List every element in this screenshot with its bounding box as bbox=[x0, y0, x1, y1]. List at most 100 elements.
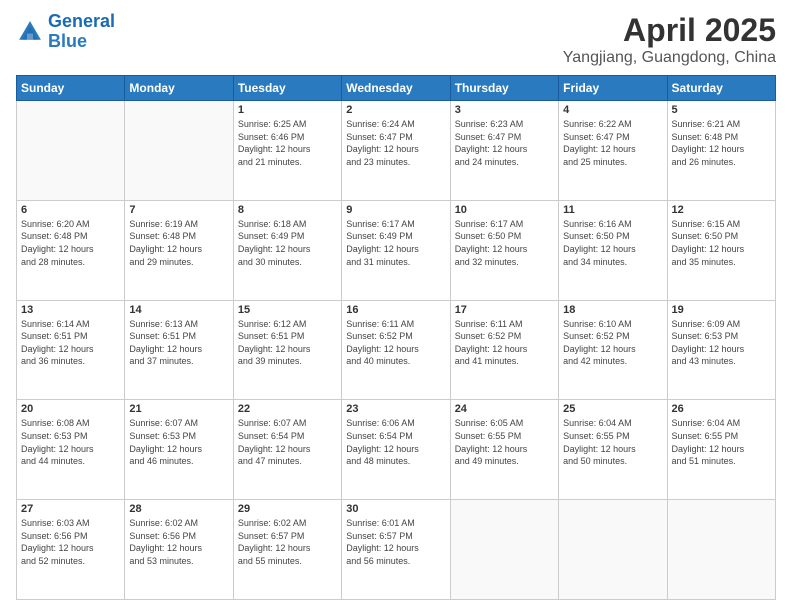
calendar-cell: 20 Sunrise: 6:08 AM Sunset: 6:53 PM Dayli… bbox=[17, 400, 125, 500]
logo: General Blue bbox=[16, 12, 115, 52]
day-number: 23 bbox=[346, 403, 445, 415]
calendar-cell: 9Sunrise: 6:17 AM Sunset: 6:49 PM Daylig… bbox=[342, 200, 450, 300]
logo-icon bbox=[16, 18, 44, 46]
calendar-table: SundayMondayTuesdayWednesdayThursdayFrid… bbox=[16, 75, 776, 600]
day-info: Sunrise: 6:13 AM Sunset: 6:51 PM Dayligh… bbox=[129, 318, 228, 368]
calendar-week-1: 1Sunrise: 6:25 AM Sunset: 6:46 PM Daylig… bbox=[17, 101, 776, 201]
calendar-cell: 8Sunrise: 6:18 AM Sunset: 6:49 PM Daylig… bbox=[233, 200, 341, 300]
calendar-cell: 1Sunrise: 6:25 AM Sunset: 6:46 PM Daylig… bbox=[233, 101, 341, 201]
calendar-cell bbox=[450, 500, 558, 600]
day-number: 6 bbox=[21, 204, 120, 216]
day-number: 30 bbox=[346, 503, 445, 515]
day-info: Sunrise: 6:19 AM Sunset: 6:48 PM Dayligh… bbox=[129, 218, 228, 268]
calendar-cell: 28 Sunrise: 6:02 AM Sunset: 6:56 PM Dayli… bbox=[125, 500, 233, 600]
calendar-cell: 13 Sunrise: 6:14 AM Sunset: 6:51 PM Dayli… bbox=[17, 300, 125, 400]
calendar-cell: 3Sunrise: 6:23 AM Sunset: 6:47 PM Daylig… bbox=[450, 101, 558, 201]
day-info: Sunrise: 6:23 AM Sunset: 6:47 PM Dayligh… bbox=[455, 118, 554, 168]
day-number: 25 bbox=[563, 403, 662, 415]
calendar-cell: 23 Sunrise: 6:06 AM Sunset: 6:54 PM Dayli… bbox=[342, 400, 450, 500]
day-number: 27 bbox=[21, 503, 120, 515]
day-info: Sunrise: 6:07 AM Sunset: 6:54 PM Dayligh… bbox=[238, 417, 337, 467]
day-number: 1 bbox=[238, 104, 337, 116]
calendar-cell: 18Sunrise: 6:10 AM Sunset: 6:52 PM Dayli… bbox=[559, 300, 667, 400]
calendar-cell: 7 Sunrise: 6:19 AM Sunset: 6:48 PM Daylig… bbox=[125, 200, 233, 300]
subtitle: Yangjiang, Guangdong, China bbox=[563, 49, 776, 67]
day-number: 11 bbox=[563, 204, 662, 216]
calendar-cell bbox=[125, 101, 233, 201]
calendar-cell bbox=[559, 500, 667, 600]
calendar-cell: 19Sunrise: 6:09 AM Sunset: 6:53 PM Dayli… bbox=[667, 300, 775, 400]
day-info: Sunrise: 6:16 AM Sunset: 6:50 PM Dayligh… bbox=[563, 218, 662, 268]
day-info: Sunrise: 6:01 AM Sunset: 6:57 PM Dayligh… bbox=[346, 517, 445, 567]
day-number: 7 bbox=[129, 204, 228, 216]
day-info: Sunrise: 6:05 AM Sunset: 6:55 PM Dayligh… bbox=[455, 417, 554, 467]
day-number: 12 bbox=[672, 204, 771, 216]
calendar-cell: 26Sunrise: 6:04 AM Sunset: 6:55 PM Dayli… bbox=[667, 400, 775, 500]
logo-line2: Blue bbox=[48, 31, 87, 51]
calendar-cell: 4 Sunrise: 6:22 AM Sunset: 6:47 PM Daylig… bbox=[559, 101, 667, 201]
day-info: Sunrise: 6:08 AM Sunset: 6:53 PM Dayligh… bbox=[21, 417, 120, 467]
calendar-week-4: 20 Sunrise: 6:08 AM Sunset: 6:53 PM Dayli… bbox=[17, 400, 776, 500]
day-info: Sunrise: 6:18 AM Sunset: 6:49 PM Dayligh… bbox=[238, 218, 337, 268]
day-info: Sunrise: 6:12 AM Sunset: 6:51 PM Dayligh… bbox=[238, 318, 337, 368]
calendar-cell: 15 Sunrise: 6:12 AM Sunset: 6:51 PM Dayli… bbox=[233, 300, 341, 400]
day-info: Sunrise: 6:06 AM Sunset: 6:54 PM Dayligh… bbox=[346, 417, 445, 467]
day-number: 17 bbox=[455, 304, 554, 316]
day-info: Sunrise: 6:14 AM Sunset: 6:51 PM Dayligh… bbox=[21, 318, 120, 368]
calendar-cell: 14Sunrise: 6:13 AM Sunset: 6:51 PM Dayli… bbox=[125, 300, 233, 400]
day-info: Sunrise: 6:22 AM Sunset: 6:47 PM Dayligh… bbox=[563, 118, 662, 168]
calendar-header-thursday: Thursday bbox=[450, 76, 558, 101]
calendar-week-5: 27 Sunrise: 6:03 AM Sunset: 6:56 PM Dayli… bbox=[17, 500, 776, 600]
calendar-cell: 11 Sunrise: 6:16 AM Sunset: 6:50 PM Dayli… bbox=[559, 200, 667, 300]
day-info: Sunrise: 6:04 AM Sunset: 6:55 PM Dayligh… bbox=[563, 417, 662, 467]
calendar-cell: 24 Sunrise: 6:05 AM Sunset: 6:55 PM Dayli… bbox=[450, 400, 558, 500]
day-info: Sunrise: 6:02 AM Sunset: 6:57 PM Dayligh… bbox=[238, 517, 337, 567]
calendar-cell: 10Sunrise: 6:17 AM Sunset: 6:50 PM Dayli… bbox=[450, 200, 558, 300]
calendar-header-friday: Friday bbox=[559, 76, 667, 101]
day-number: 4 bbox=[563, 104, 662, 116]
calendar-header-tuesday: Tuesday bbox=[233, 76, 341, 101]
day-number: 16 bbox=[346, 304, 445, 316]
day-number: 19 bbox=[672, 304, 771, 316]
calendar-header-row: SundayMondayTuesdayWednesdayThursdayFrid… bbox=[17, 76, 776, 101]
day-info: Sunrise: 6:07 AM Sunset: 6:53 PM Dayligh… bbox=[129, 417, 228, 467]
day-number: 29 bbox=[238, 503, 337, 515]
day-info: Sunrise: 6:15 AM Sunset: 6:50 PM Dayligh… bbox=[672, 218, 771, 268]
calendar-cell: 21 Sunrise: 6:07 AM Sunset: 6:53 PM Dayli… bbox=[125, 400, 233, 500]
calendar-cell: 25 Sunrise: 6:04 AM Sunset: 6:55 PM Dayli… bbox=[559, 400, 667, 500]
day-info: Sunrise: 6:03 AM Sunset: 6:56 PM Dayligh… bbox=[21, 517, 120, 567]
calendar-cell: 12 Sunrise: 6:15 AM Sunset: 6:50 PM Dayli… bbox=[667, 200, 775, 300]
calendar-cell: 29 Sunrise: 6:02 AM Sunset: 6:57 PM Dayli… bbox=[233, 500, 341, 600]
calendar-week-3: 13 Sunrise: 6:14 AM Sunset: 6:51 PM Dayli… bbox=[17, 300, 776, 400]
calendar-header-sunday: Sunday bbox=[17, 76, 125, 101]
day-number: 21 bbox=[129, 403, 228, 415]
day-number: 24 bbox=[455, 403, 554, 415]
day-number: 5 bbox=[672, 104, 771, 116]
calendar-cell: 2 Sunrise: 6:24 AM Sunset: 6:47 PM Daylig… bbox=[342, 101, 450, 201]
day-info: Sunrise: 6:21 AM Sunset: 6:48 PM Dayligh… bbox=[672, 118, 771, 168]
calendar-header-wednesday: Wednesday bbox=[342, 76, 450, 101]
logo-text: General Blue bbox=[48, 12, 115, 52]
calendar-cell: 6 Sunrise: 6:20 AM Sunset: 6:48 PM Daylig… bbox=[17, 200, 125, 300]
logo-line1: General bbox=[48, 11, 115, 31]
calendar-cell: 30 Sunrise: 6:01 AM Sunset: 6:57 PM Dayli… bbox=[342, 500, 450, 600]
day-number: 20 bbox=[21, 403, 120, 415]
calendar-cell: 16 Sunrise: 6:11 AM Sunset: 6:52 PM Dayli… bbox=[342, 300, 450, 400]
day-number: 10 bbox=[455, 204, 554, 216]
day-info: Sunrise: 6:11 AM Sunset: 6:52 PM Dayligh… bbox=[455, 318, 554, 368]
page: General Blue April 2025 Yangjiang, Guang… bbox=[0, 0, 792, 612]
day-number: 13 bbox=[21, 304, 120, 316]
day-info: Sunrise: 6:20 AM Sunset: 6:48 PM Dayligh… bbox=[21, 218, 120, 268]
calendar-cell bbox=[17, 101, 125, 201]
day-info: Sunrise: 6:02 AM Sunset: 6:56 PM Dayligh… bbox=[129, 517, 228, 567]
day-number: 28 bbox=[129, 503, 228, 515]
day-number: 22 bbox=[238, 403, 337, 415]
day-info: Sunrise: 6:24 AM Sunset: 6:47 PM Dayligh… bbox=[346, 118, 445, 168]
calendar-header-monday: Monday bbox=[125, 76, 233, 101]
day-info: Sunrise: 6:17 AM Sunset: 6:49 PM Dayligh… bbox=[346, 218, 445, 268]
day-info: Sunrise: 6:11 AM Sunset: 6:52 PM Dayligh… bbox=[346, 318, 445, 368]
day-number: 2 bbox=[346, 104, 445, 116]
day-number: 15 bbox=[238, 304, 337, 316]
calendar-cell: 27 Sunrise: 6:03 AM Sunset: 6:56 PM Dayli… bbox=[17, 500, 125, 600]
calendar-cell: 17 Sunrise: 6:11 AM Sunset: 6:52 PM Dayli… bbox=[450, 300, 558, 400]
